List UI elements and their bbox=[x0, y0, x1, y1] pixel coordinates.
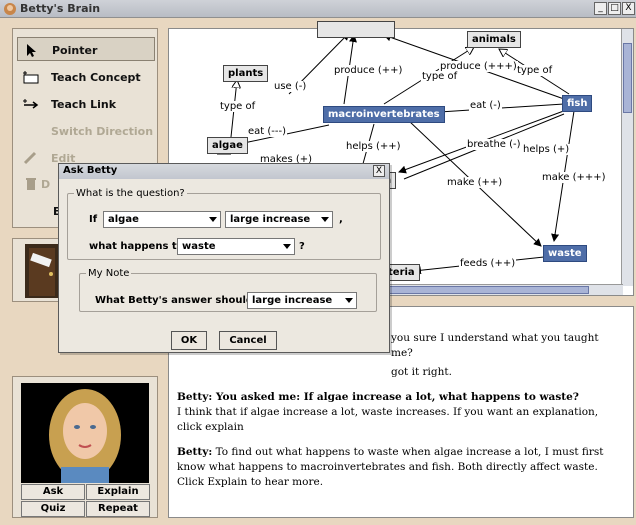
delete-label: D bbox=[41, 178, 51, 191]
question-mark-label: ? bbox=[299, 241, 305, 252]
pointer-label: Pointer bbox=[52, 44, 98, 57]
link-label-type-of-1: type of bbox=[421, 71, 459, 82]
explain-button[interactable]: Explain bbox=[86, 484, 150, 500]
link-icon bbox=[23, 99, 39, 109]
pointer-icon bbox=[27, 44, 36, 57]
maximize-button[interactable]: □ bbox=[608, 2, 621, 15]
title-bar: Betty's Brain _ □ X bbox=[0, 0, 636, 18]
change-select-value: large increase bbox=[230, 214, 311, 225]
cancel-button[interactable]: Cancel bbox=[219, 331, 277, 350]
concept-select-value: algae bbox=[108, 214, 139, 225]
explanation-text: To find out what happens to waste when a… bbox=[177, 446, 604, 488]
question-heading: Betty: You asked me: If algae increase a… bbox=[177, 391, 579, 403]
dialog-close-button[interactable]: X bbox=[373, 165, 385, 177]
link-label-eat: eat (-) bbox=[469, 100, 502, 111]
ask-button[interactable]: Ask bbox=[21, 484, 85, 500]
ask-betty-dialog: Ask Betty X What is the question? If alg… bbox=[58, 163, 390, 353]
app-icon bbox=[4, 3, 16, 15]
concept-select[interactable]: algae bbox=[103, 211, 221, 228]
change-select[interactable]: large increase bbox=[225, 211, 333, 228]
link-label-breathe: breathe (-) bbox=[466, 139, 522, 150]
concept-icon bbox=[23, 71, 39, 84]
link-label-make-high: make (+++) bbox=[541, 172, 607, 183]
answer-text: I think that if algae increase a lot, wa… bbox=[177, 406, 599, 433]
node-top-partial[interactable] bbox=[317, 21, 395, 38]
note-legend: My Note bbox=[88, 268, 130, 279]
repeat-button[interactable]: Repeat bbox=[86, 501, 150, 517]
trash-icon bbox=[26, 178, 36, 190]
window-title: Betty's Brain bbox=[20, 2, 101, 15]
chevron-down-icon bbox=[209, 217, 217, 222]
node-macroinvertebrates[interactable]: macroinvertebrates bbox=[323, 106, 445, 123]
conversation-line-2: got it right. bbox=[391, 366, 452, 378]
quiz-button[interactable]: Quiz bbox=[21, 501, 85, 517]
ok-button[interactable]: OK bbox=[171, 331, 207, 350]
answer-select-value: large increase bbox=[252, 295, 333, 306]
teach-link-tool[interactable]: Teach Link bbox=[17, 92, 155, 116]
target-select-value: waste bbox=[182, 241, 216, 252]
link-label-eat-strong: eat (---) bbox=[247, 126, 288, 137]
map-vertical-thumb[interactable] bbox=[623, 43, 632, 113]
switch-direction-label: Switch Direction bbox=[51, 125, 154, 138]
dialog-title: Ask Betty bbox=[59, 164, 389, 179]
link-label-helps-2: helps (+) bbox=[522, 144, 571, 155]
link-label-make: make (++) bbox=[446, 177, 504, 188]
what-happens-label: what happens to bbox=[89, 241, 184, 252]
node-animals[interactable]: animals bbox=[467, 31, 521, 48]
if-label: If bbox=[89, 214, 98, 225]
betty-avatar bbox=[21, 383, 149, 483]
close-button[interactable]: X bbox=[622, 2, 635, 15]
link-label-produce: produce (++) bbox=[333, 65, 404, 76]
map-horizontal-thumb[interactable] bbox=[389, 286, 589, 294]
answer-select[interactable]: large increase bbox=[247, 292, 357, 309]
link-label-use: use (-) bbox=[273, 81, 308, 92]
pointer-tool[interactable]: Pointer bbox=[17, 37, 155, 61]
target-select[interactable]: waste bbox=[177, 238, 295, 255]
comma-label: , bbox=[339, 214, 343, 225]
link-label-helps: helps (++) bbox=[345, 141, 402, 152]
node-fish[interactable]: fish bbox=[562, 95, 593, 112]
node-plants[interactable]: plants bbox=[223, 65, 269, 82]
avatar-panel: Ask Explain Quiz Repeat bbox=[12, 376, 158, 518]
question-legend: What is the question? bbox=[76, 188, 185, 199]
node-algae[interactable]: algae bbox=[207, 137, 248, 154]
link-label-type-of-3: type of bbox=[219, 101, 257, 112]
link-label-feeds: feeds (++) bbox=[459, 258, 517, 269]
chevron-down-icon bbox=[321, 217, 329, 222]
teach-concept-tool[interactable]: Teach Concept bbox=[17, 65, 155, 89]
chevron-down-icon bbox=[345, 298, 353, 303]
teach-link-label: Teach Link bbox=[51, 98, 117, 111]
edit-icon bbox=[23, 151, 37, 165]
switch-direction-tool[interactable]: Switch Direction bbox=[17, 119, 155, 143]
teach-concept-label: Teach Concept bbox=[51, 71, 141, 84]
door-icon[interactable] bbox=[23, 242, 63, 300]
map-vertical-scrollbar[interactable] bbox=[621, 29, 633, 286]
speaker-label: Betty: bbox=[177, 446, 213, 458]
minimize-button[interactable]: _ bbox=[594, 2, 607, 15]
betty-avatar-image bbox=[49, 389, 121, 483]
link-label-type-of-2: type of bbox=[516, 65, 554, 76]
node-waste[interactable]: waste bbox=[543, 245, 587, 262]
chevron-down-icon bbox=[283, 244, 291, 249]
